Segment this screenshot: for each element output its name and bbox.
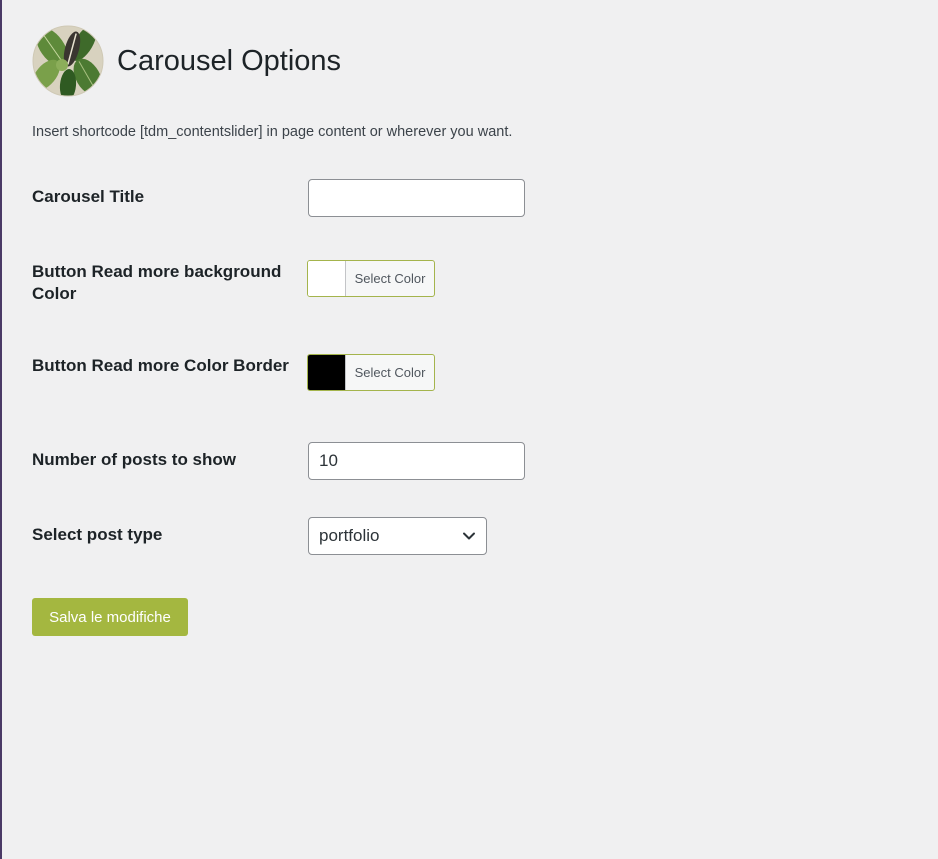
button-border-color-row: Button Read more Color Border Select Col…: [32, 354, 592, 402]
select-color-label: Select Color: [354, 271, 426, 286]
button-bg-color-label: Button Read more background Color: [32, 262, 282, 303]
post-type-label: Select post type: [32, 525, 163, 544]
carousel-title-label: Carousel Title: [32, 187, 145, 206]
carousel-title-row: Carousel Title: [32, 179, 592, 217]
button-bg-color-row: Button Read more background Color Select…: [32, 260, 592, 308]
button-border-color-picker[interactable]: Select Color: [307, 354, 435, 391]
carousel-title-input[interactable]: [308, 179, 525, 217]
posts-count-input[interactable]: [308, 442, 525, 480]
button-border-color-label: Button Read more Color Border: [32, 356, 289, 375]
post-type-select[interactable]: portfolio: [308, 517, 487, 555]
select-color-label: Select Color: [354, 365, 426, 380]
page-title: Carousel Options: [117, 44, 342, 77]
post-type-row: Select post type portfolio: [32, 517, 592, 555]
posts-count-row: Number of posts to show: [32, 442, 592, 480]
leaf-logo-icon: [32, 25, 104, 97]
button-bg-color-picker[interactable]: Select Color: [307, 260, 435, 297]
page-header: Carousel Options: [32, 25, 341, 97]
posts-count-label: Number of posts to show: [32, 450, 236, 469]
save-changes-button[interactable]: Salva le modifiche: [32, 598, 188, 636]
post-type-selected-value: portfolio: [319, 526, 380, 545]
button-bg-color-swatch: [308, 261, 346, 296]
options-page: Carousel Options Insert shortcode [tdm_c…: [0, 0, 938, 859]
button-border-color-swatch: [308, 355, 346, 390]
chevron-down-icon: [463, 532, 475, 540]
shortcode-instructions: Insert shortcode [tdm_contentslider] in …: [32, 124, 513, 140]
